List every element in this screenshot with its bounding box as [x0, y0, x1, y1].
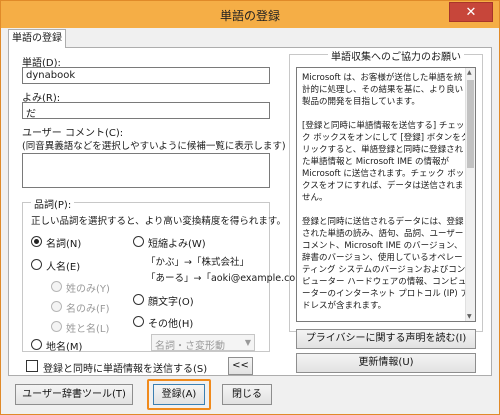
register-button[interactable]: 登録(A)	[153, 384, 205, 405]
pos-abbrev-example-1: 「かぶ」→「株式会社」	[146, 257, 249, 268]
pos-description: 正しい品詞を選択すると、より高い変換精度を得られます。	[31, 216, 286, 227]
pos-noun-label: 名詞(N)	[46, 239, 82, 250]
pos-fullname-label: 姓と名(L)	[66, 324, 110, 335]
pos-other-radio[interactable]	[133, 316, 144, 327]
info-text-panel[interactable]: Microsoft は、お客様が送信した単語を統計的に処理し、その結果を基に、よ…	[296, 67, 476, 322]
pos-surname-label: 姓のみ(Y)	[66, 284, 110, 295]
pos-emoticon-label: 顔文字(O)	[148, 297, 194, 308]
pos-person-label: 人名(E)	[46, 262, 81, 273]
info-groupbox: 単語収集へのご協力のお願い Microsoft は、お客様が送信した単語を統計的…	[289, 48, 483, 332]
tab-word-register[interactable]: 単語の登録	[8, 29, 66, 48]
pos-group-title: 品詞(P):	[31, 196, 75, 211]
word-input[interactable]: dynabook	[22, 67, 270, 84]
pos-abbrev-radio[interactable]	[133, 236, 144, 247]
close-button[interactable]: 閉じる	[222, 384, 272, 405]
close-icon: ✕	[465, 5, 477, 20]
tab-panel: 単語(D): dynabook よみ(R): だ ユーザー コメント(C): (…	[8, 47, 492, 376]
scroll-thumb[interactable]	[467, 80, 474, 168]
pos-place-label: 地名(M)	[46, 342, 83, 353]
pos-other-label: その他(H)	[148, 319, 194, 330]
pos-surname-radio[interactable]	[51, 281, 62, 292]
pos-noun-radio[interactable]	[31, 236, 42, 247]
chevron-down-icon: ▼	[244, 338, 251, 347]
reading-input[interactable]: だ	[22, 102, 270, 119]
window-title: 単語の登録	[219, 9, 280, 23]
pos-given-label: 名のみ(F)	[66, 304, 110, 315]
comment-label: ユーザー コメント(C):	[22, 128, 124, 139]
word-register-window: 単語の登録 ✕ 単語の登録 単語(D): dynabook よみ(R): だ ユ…	[0, 0, 500, 415]
scroll-up-icon[interactable]: ▲	[467, 69, 472, 76]
send-data-label: 登録と同時に単語情報を送信する(S)	[43, 364, 208, 375]
pos-fullname-radio[interactable]	[51, 321, 62, 332]
close-window-button[interactable]: ✕	[449, 2, 493, 22]
update-info-button[interactable]: 更新情報(U)	[296, 353, 476, 373]
pos-other-select[interactable]: 名詞・さ変形動 ▼	[151, 334, 255, 352]
title-bar[interactable]: 単語の登録 ✕	[1, 1, 499, 28]
pos-other-select-value: 名詞・さ変形動	[155, 341, 225, 352]
pos-person-radio[interactable]	[31, 259, 42, 270]
pos-given-radio[interactable]	[51, 301, 62, 312]
info-text: Microsoft は、お客様が送信した単語を統計的に処理し、その結果を基に、よ…	[302, 73, 470, 311]
user-dictionary-tool-button[interactable]: ユーザー辞書ツール(T)	[15, 384, 133, 405]
info-scrollbar[interactable]: ▲ ▼	[465, 68, 475, 321]
send-data-checkbox[interactable]	[26, 360, 38, 372]
pos-place-radio[interactable]	[31, 339, 42, 350]
comment-hint: (同音異義語などを選択しやすいように候補一覧に表示します)	[22, 141, 286, 152]
pos-abbrev-label: 短縮よみ(W)	[148, 239, 206, 250]
scroll-down-icon[interactable]: ▼	[467, 313, 472, 320]
comment-input[interactable]	[22, 153, 270, 188]
pos-groupbox: 品詞(P): 正しい品詞を選択すると、より高い変換精度を得られます。 名詞(N)…	[22, 196, 314, 353]
privacy-statement-button[interactable]: プライバシーに関する声明を読む(I)	[296, 329, 476, 349]
collapse-panel-button[interactable]: <<	[228, 357, 253, 375]
info-panel-title: 単語収集へのご協力のお願い	[328, 48, 464, 63]
pos-emoticon-radio[interactable]	[133, 294, 144, 305]
